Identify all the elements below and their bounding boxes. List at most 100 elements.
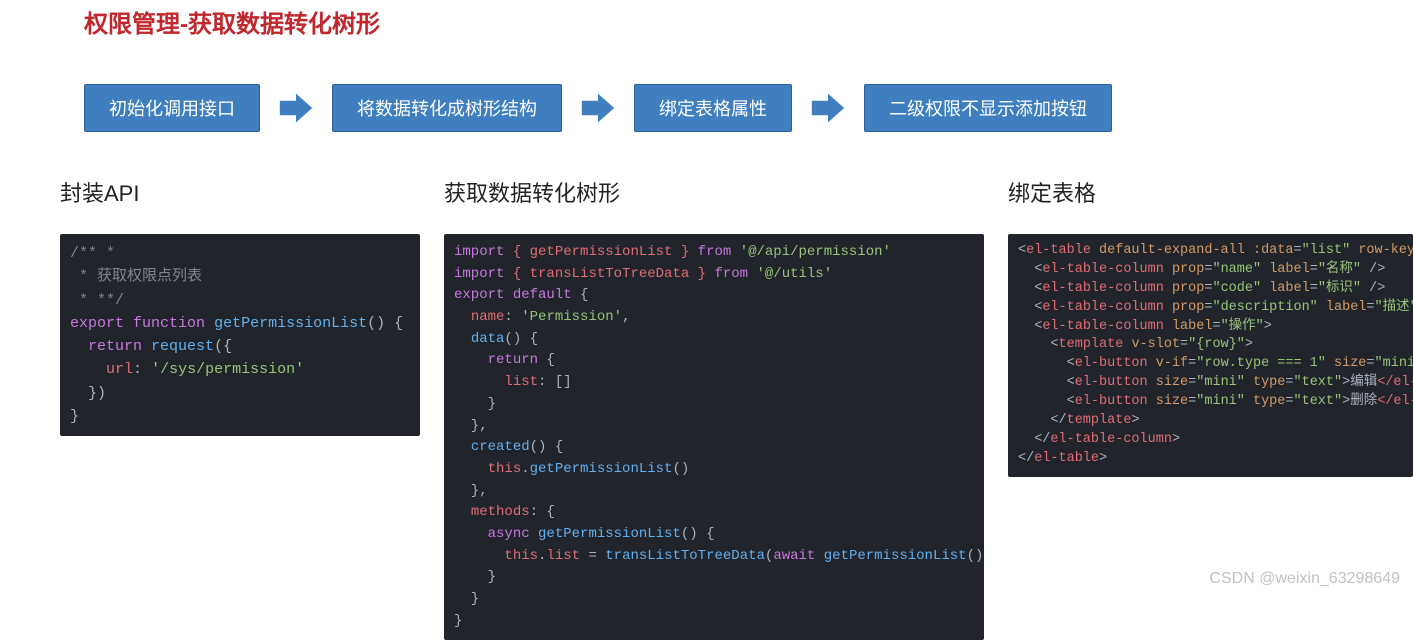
section-title-tree: 获取数据转化树形 (444, 176, 984, 208)
attr: label (1269, 281, 1310, 296)
str: "row.type === 1" (1196, 356, 1326, 371)
arrow-icon (580, 90, 616, 126)
attr: size (1156, 375, 1188, 390)
attr: v-slot (1131, 337, 1180, 352)
tag: template (1059, 337, 1124, 352)
attr: v-if (1156, 356, 1188, 371)
prop: name (471, 309, 505, 325)
code-sections: 封装API /** * * 获取权限点列表 * **/ export funct… (0, 132, 1414, 640)
attr: prop (1172, 300, 1204, 315)
attr: label (1326, 300, 1367, 315)
prop: url (106, 361, 133, 378)
section-title-bind: 绑定表格 (1008, 176, 1413, 208)
tag: el-table-column (1042, 319, 1164, 334)
kw: export (454, 287, 504, 303)
kw: return (488, 352, 538, 368)
punc: , (983, 548, 984, 564)
step-tree: 将数据转化成树形结构 (332, 84, 562, 132)
attr: size (1334, 356, 1366, 371)
kw: from (714, 266, 748, 282)
kw: async (488, 526, 530, 542)
tag: el-button (1075, 394, 1148, 409)
tag: el-button (1075, 375, 1148, 390)
attr: label (1172, 319, 1213, 334)
attr: type (1253, 394, 1285, 409)
kw: await (773, 548, 815, 564)
kw: import (454, 244, 504, 260)
step-level2: 二级权限不显示添加按钮 (864, 84, 1112, 132)
kw: import (454, 266, 504, 282)
str: "操作" (1221, 319, 1264, 334)
tag: el-button (1075, 356, 1148, 371)
txt: 编辑 (1350, 375, 1377, 390)
tag: el-table-column (1042, 262, 1164, 277)
str: '@/api/permission' (740, 244, 891, 260)
punc: : (133, 361, 142, 378)
prop: methods (471, 504, 530, 520)
attr: default-expand-all (1099, 243, 1245, 258)
str: "标识" (1318, 281, 1361, 296)
comment: * **/ (70, 292, 124, 309)
kw: this (504, 548, 538, 564)
attr: type (1253, 375, 1285, 390)
str: '/sys/permission' (151, 361, 304, 378)
str: "text" (1294, 394, 1343, 409)
kw: function (133, 315, 205, 332)
prop: list (546, 548, 580, 564)
arrow-icon (278, 90, 314, 126)
sym: { transListToTreeData } (513, 266, 706, 282)
tag: el-table-column (1050, 432, 1172, 447)
attr: :data (1253, 243, 1294, 258)
prop: list (504, 374, 538, 390)
comment: * 获取权限点列表 (70, 268, 202, 285)
section-tree: 获取数据转化树形 import { getPermissionList } fr… (444, 176, 984, 640)
code-block-bind: <el-table default-expand-all :data="list… (1008, 234, 1413, 477)
attr: prop (1172, 262, 1204, 277)
fn: getPermissionList (538, 526, 681, 542)
str: "mini" (1375, 356, 1413, 371)
punc: ({ (214, 338, 232, 355)
fn: getPermissionList (530, 461, 673, 477)
str: 'Permission' (521, 309, 622, 325)
punc: } (70, 408, 79, 425)
page-title: 权限管理-获取数据转化树形 (0, 0, 1414, 39)
step-init: 初始化调用接口 (84, 84, 260, 132)
str: "code" (1212, 281, 1261, 296)
attr: row-key (1358, 243, 1413, 258)
str: "名称" (1318, 262, 1361, 277)
str: '@/utils' (756, 266, 832, 282)
watermark: CSDN @weixin_63298649 (1209, 570, 1400, 588)
fn: created (471, 439, 530, 455)
tag: </el-butt (1377, 375, 1413, 390)
section-api: 封装API /** * * 获取权限点列表 * **/ export funct… (60, 176, 420, 436)
fn: data (471, 331, 505, 347)
fn: getPermissionList (214, 315, 367, 332)
tag: el-table (1026, 243, 1091, 258)
attr: size (1156, 394, 1188, 409)
tag: el-table-column (1042, 300, 1164, 315)
kw: return (88, 338, 142, 355)
section-title-api: 封装API (60, 176, 420, 208)
tag: </el-butt (1377, 394, 1413, 409)
str: "list" (1302, 243, 1351, 258)
fn: getPermissionList (824, 548, 967, 564)
kw: export (70, 315, 124, 332)
str: "text" (1294, 375, 1343, 390)
str: "name" (1212, 262, 1261, 277)
kw: default (513, 287, 572, 303)
str: "mini" (1196, 394, 1245, 409)
sym: { getPermissionList } (513, 244, 689, 260)
flow-steps: 初始化调用接口 将数据转化成树形结构 绑定表格属性 二级权限不显示添加按钮 (0, 39, 1414, 132)
step-bind: 绑定表格属性 (634, 84, 792, 132)
punc: }) (88, 385, 106, 402)
str: "description" (1212, 300, 1317, 315)
txt: 删除 (1350, 394, 1377, 409)
code-block-tree: import { getPermissionList } from '@/api… (444, 234, 984, 640)
tag: el-table-column (1042, 281, 1164, 296)
tag: template (1067, 413, 1132, 428)
fn: transListToTreeData (605, 548, 765, 564)
str: "{row}" (1188, 337, 1245, 352)
val: [] (555, 374, 572, 390)
str: "mini" (1196, 375, 1245, 390)
kw: from (698, 244, 732, 260)
